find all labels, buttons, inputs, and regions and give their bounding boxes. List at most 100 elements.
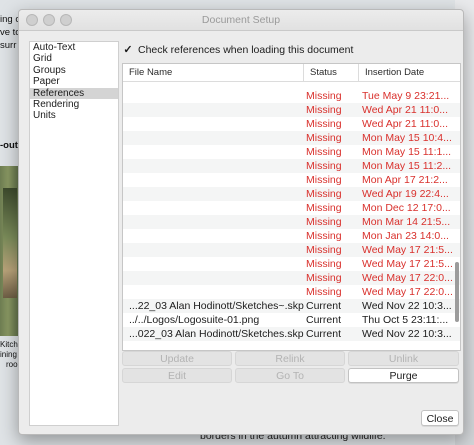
status-cell: Missing: [306, 104, 342, 116]
status-cell: Missing: [306, 90, 342, 102]
sidebar-item-rendering[interactable]: Rendering: [30, 99, 118, 110]
file-name-cell: [129, 229, 304, 243]
dialog-title: Document Setup: [201, 14, 281, 26]
table-row[interactable]: Missing Wed Apr 21 11:0...: [123, 103, 460, 117]
status-cell: Missing: [306, 146, 342, 158]
table-row[interactable]: ...22_03 Alan Hodinott/Sketches~.skp Curr…: [123, 299, 460, 313]
file-name-cell: [129, 131, 304, 145]
check-references-label: Check references when loading this docum…: [138, 44, 354, 56]
table-row[interactable]: Missing Mon May 15 11:2...: [123, 159, 460, 173]
table-row[interactable]: Missing Wed May 17 22:0...: [123, 285, 460, 299]
relink-button[interactable]: Relink: [235, 351, 345, 366]
table-row[interactable]: ../../Logos/Logosuite-01.png Current Thu O…: [123, 313, 460, 327]
column-header-status[interactable]: Status: [303, 64, 358, 81]
table-row[interactable]: Missing Wed May 17 22:0...: [123, 271, 460, 285]
file-name-cell: ...22_03 Alan Hodinott/Sketches~.skp: [129, 300, 304, 312]
status-cell: Missing: [306, 272, 342, 284]
file-name-cell: [129, 201, 304, 215]
table-row[interactable]: Missing Wed May 17 21:5...: [123, 243, 460, 257]
status-cell: Missing: [306, 216, 342, 228]
background-image: [0, 166, 20, 336]
insertion-date-cell: Wed May 17 22:0...: [362, 286, 453, 298]
unlink-button[interactable]: Unlink: [348, 351, 459, 366]
status-cell: Missing: [306, 286, 342, 298]
background-text-fragment: roo: [6, 360, 18, 369]
file-name-cell: [129, 117, 304, 131]
status-cell: Missing: [306, 118, 342, 130]
table-row[interactable]: Missing Mon May 15 10:4...: [123, 131, 460, 145]
references-table: File Name Status Insertion Date Missing T…: [122, 63, 461, 351]
file-name-cell: [129, 243, 304, 257]
insertion-date-cell: Wed Nov 22 10:3...: [362, 300, 452, 312]
table-row[interactable]: Missing Mon Mar 14 21:5...: [123, 215, 460, 229]
file-name-cell: [129, 215, 304, 229]
background-text-fragment: -out: [0, 140, 18, 151]
table-header: File Name Status Insertion Date: [123, 64, 460, 82]
background-text-fragment: ining: [0, 350, 17, 359]
insertion-date-cell: Mon Apr 17 21:2...: [362, 174, 448, 186]
sidebar-item-grid[interactable]: Grid: [30, 53, 118, 64]
background-text-fragment: surr: [0, 40, 17, 51]
table-row[interactable]: Missing Mon Dec 12 17:0...: [123, 201, 460, 215]
column-header-insertion-date[interactable]: Insertion Date: [358, 64, 460, 81]
sidebar-item-auto-text[interactable]: Auto-Text: [30, 42, 118, 53]
sidebar-item-references[interactable]: References: [30, 87, 118, 99]
table-row[interactable]: Missing Wed Apr 21 11:0...: [123, 117, 460, 131]
table-row[interactable]: ...022_03 Alan Hodinott/Sketches.skp Curr…: [123, 327, 460, 341]
insertion-date-cell: Mon May 15 11:2...: [362, 160, 452, 172]
insertion-date-cell: Wed Apr 21 11:0...: [362, 104, 448, 116]
table-body: Missing Tue May 9 23:21... Missing Wed Apr …: [123, 89, 460, 341]
table-row[interactable]: Missing Tue May 9 23:21...: [123, 89, 460, 103]
file-name-cell: [129, 271, 304, 285]
column-header-file-name[interactable]: File Name: [123, 64, 303, 81]
table-row[interactable]: Missing Mon Apr 17 21:2...: [123, 173, 460, 187]
status-cell: Missing: [306, 160, 342, 172]
file-name-cell: [129, 173, 304, 187]
close-button[interactable]: Close: [421, 410, 459, 426]
file-name-cell: [129, 159, 304, 173]
status-cell: Missing: [306, 132, 342, 144]
file-name-cell: [129, 285, 304, 299]
checkmark-icon[interactable]: ✓: [122, 43, 134, 56]
insertion-date-cell: Wed Apr 19 22:4...: [362, 188, 449, 200]
table-row[interactable]: Missing Mon Jan 23 14:0...: [123, 229, 460, 243]
sidebar-item-paper[interactable]: Paper: [30, 76, 118, 87]
insertion-date-cell: Tue May 9 23:21...: [362, 90, 450, 102]
table-row[interactable]: Missing Wed Apr 19 22:4...: [123, 187, 460, 201]
status-cell: Missing: [306, 174, 342, 186]
file-name-cell: [129, 257, 304, 271]
update-button[interactable]: Update: [122, 351, 232, 366]
file-name-cell: [129, 187, 304, 201]
background-text-fragment: Kitch: [0, 340, 18, 349]
status-cell: Missing: [306, 230, 342, 242]
status-cell: Current: [306, 300, 342, 312]
file-name-cell: ../../Logos/Logosuite-01.png: [129, 314, 260, 326]
status-cell: Missing: [306, 202, 342, 214]
status-cell: Missing: [306, 188, 342, 200]
status-cell: Current: [306, 314, 342, 326]
purge-button[interactable]: Purge: [348, 368, 459, 383]
file-name-cell: [129, 89, 304, 103]
insertion-date-cell: Mon May 15 10:4...: [362, 132, 452, 144]
title-bar: Document Setup: [19, 10, 463, 31]
insertion-date-cell: Wed May 17 21:5...: [362, 244, 453, 256]
sidebar-item-groups[interactable]: Groups: [30, 65, 118, 76]
status-cell: Missing: [306, 258, 342, 270]
table-scrollbar[interactable]: [455, 262, 459, 322]
insertion-date-cell: Wed Nov 22 10:3...: [362, 328, 452, 340]
insertion-date-cell: Mon Jan 23 14:0...: [362, 230, 449, 242]
file-name-cell: ...022_03 Alan Hodinott/Sketches.skp: [129, 328, 304, 340]
insertion-date-cell: Wed Apr 21 11:0...: [362, 118, 448, 130]
insertion-date-cell: Mon Mar 14 21:5...: [362, 216, 451, 228]
sidebar-item-units[interactable]: Units: [30, 110, 118, 121]
table-row[interactable]: Missing Wed May 17 21:5...: [123, 257, 460, 271]
insertion-date-cell: Mon May 15 11:1...: [362, 146, 452, 158]
edit-button[interactable]: Edit: [122, 368, 232, 383]
settings-sidebar: Auto-Text Grid Groups Paper References R…: [29, 41, 119, 426]
status-cell: Current: [306, 328, 342, 340]
table-row[interactable]: Missing Mon May 15 11:1...: [123, 145, 460, 159]
status-cell: Missing: [306, 244, 342, 256]
insertion-date-cell: Mon Dec 12 17:0...: [362, 202, 451, 214]
file-name-cell: [129, 103, 304, 117]
go-to-button[interactable]: Go To: [235, 368, 345, 383]
